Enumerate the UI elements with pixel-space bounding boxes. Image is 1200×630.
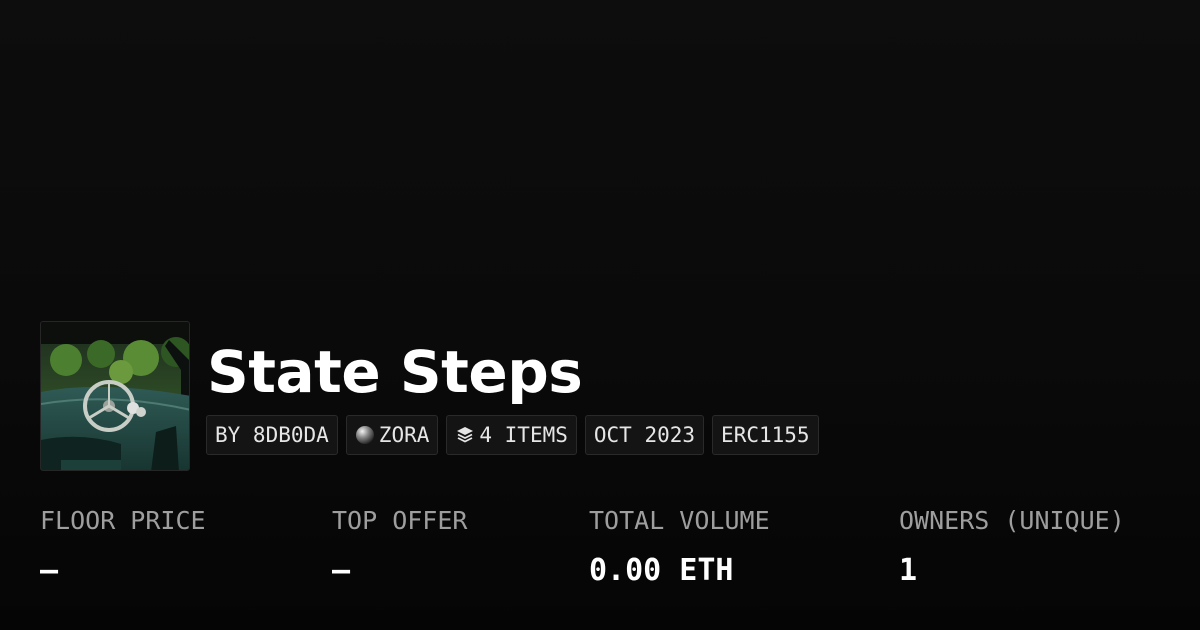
collection-thumbnail [40, 321, 190, 471]
owners-value: 1 [899, 553, 918, 588]
floor-price-stat: FLOOR PRICE – [40, 503, 206, 589]
layers-icon [455, 425, 475, 445]
floor-price-value: – [40, 553, 59, 588]
top-offer-label: TOP OFFER [332, 506, 468, 535]
total-volume-value: 0.00 ETH [589, 553, 734, 588]
date-label: OCT 2023 [593, 423, 696, 447]
date-tag: OCT 2023 [584, 415, 705, 455]
floor-price-label: FLOOR PRICE [40, 506, 206, 535]
owners-label: OWNERS (UNIQUE) [899, 506, 1125, 535]
token-standard-tag: ERC1155 [712, 415, 819, 455]
token-standard-label: ERC1155 [721, 423, 810, 447]
collection-title: State Steps [207, 338, 583, 406]
top-offer-value: – [332, 553, 351, 588]
chain-label: ZORA [378, 423, 430, 447]
top-offer-stat: TOP OFFER – [332, 503, 467, 589]
chain-tag[interactable]: ZORA [345, 415, 439, 455]
zora-orb-icon [355, 425, 375, 445]
creator-label: BY 8DB0DA [215, 423, 329, 447]
creator-tag[interactable]: BY 8DB0DA [206, 415, 338, 455]
items-count-label: 4 ITEMS [479, 423, 568, 447]
total-volume-stat: TOTAL VOLUME 0.00 ETH [589, 503, 770, 589]
collection-tags: BY 8DB0DA ZORA 4 ITEMS OCT 2023 ERC1155 [206, 415, 819, 455]
items-tag[interactable]: 4 ITEMS [446, 415, 577, 455]
owners-stat: OWNERS (UNIQUE) 1 [899, 503, 1125, 589]
total-volume-label: TOTAL VOLUME [589, 506, 770, 535]
